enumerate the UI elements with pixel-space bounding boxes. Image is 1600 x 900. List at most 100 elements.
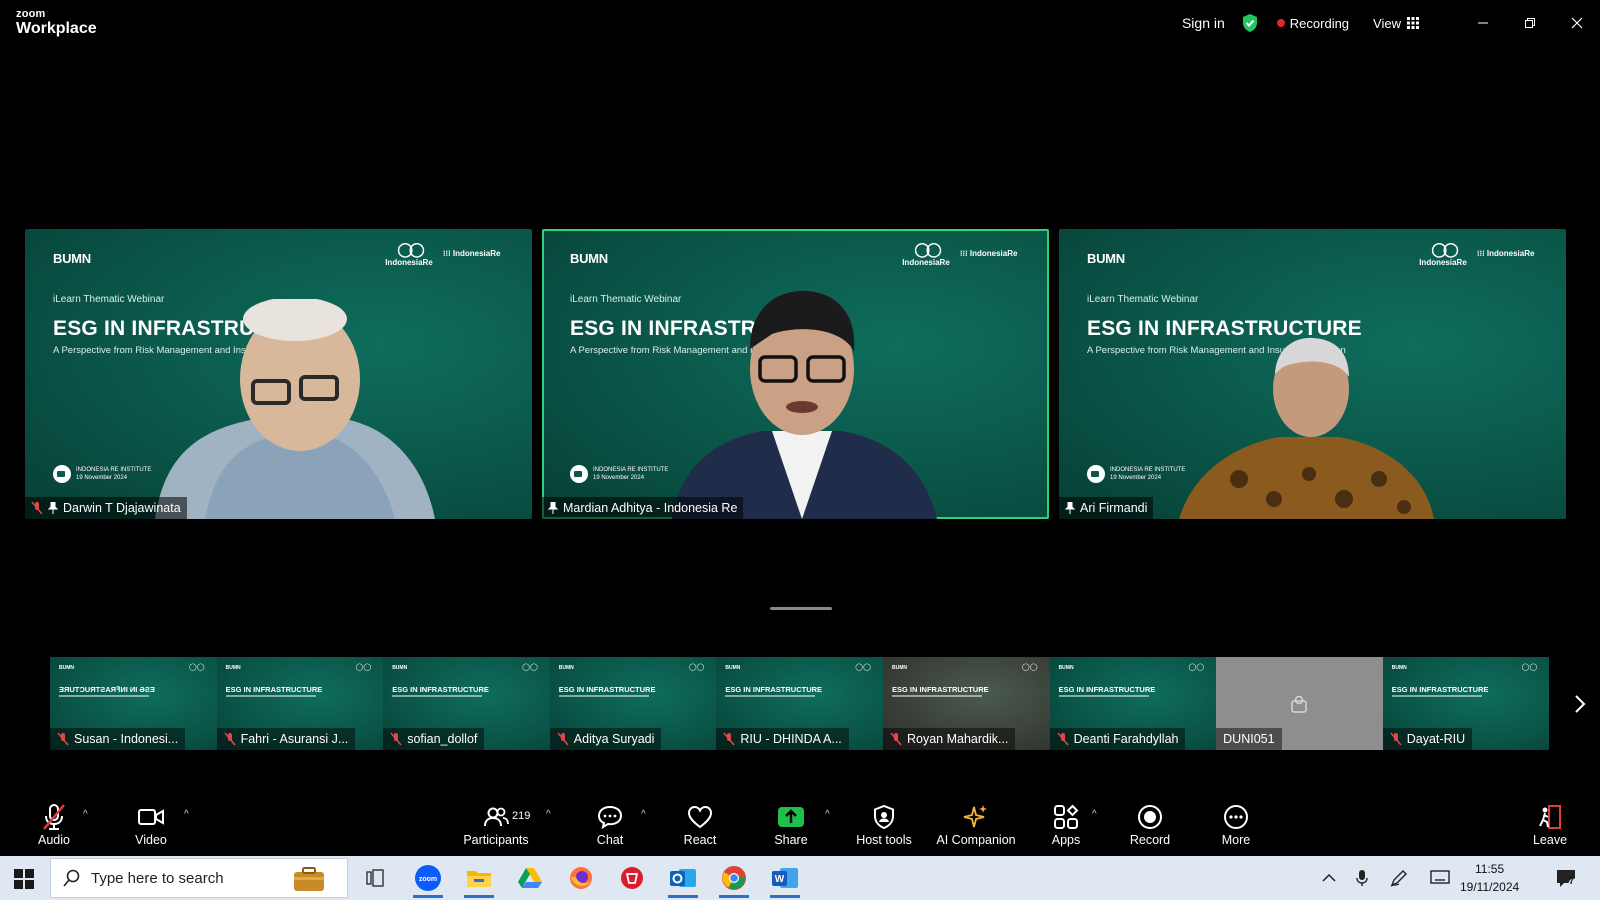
thumbnail-tile[interactable]: BUMN ◯◯ ESG IN INFRASTRUCTURE Aditya Sur…	[549, 657, 717, 750]
video-tile-mardian[interactable]: BUMN ◯◯ IndonesiaRe ⁝⁝⁝ IndonesiaRe iLear…	[542, 229, 1049, 519]
participant-name: Deanti Farahdyllah	[1073, 732, 1179, 746]
apps-options-caret[interactable]: ^	[1092, 809, 1097, 820]
thumbnail-tile[interactable]: BUMN ◯◯ ESG IN INFRASTRUCTURE Fahri - As…	[216, 657, 384, 750]
minimize-button[interactable]	[1459, 0, 1506, 46]
chat-options-caret[interactable]: ^	[641, 809, 646, 820]
windows-start-icon[interactable]	[14, 869, 34, 889]
thumb-brand: BUMN	[558, 665, 574, 671]
resize-drag-handle[interactable]	[770, 607, 832, 610]
taskbar-zoom-app[interactable]: zoom	[405, 858, 451, 898]
taskbar-outlook[interactable]	[660, 858, 706, 898]
notification-center-button[interactable]: 7	[1555, 868, 1580, 895]
taskbar-security-app[interactable]	[609, 858, 655, 898]
task-view-icon	[366, 869, 384, 887]
encryption-shield-icon[interactable]	[1241, 13, 1259, 33]
clock-time: 11:55	[1475, 862, 1505, 876]
thumbnail-tile[interactable]: BUMN ◯◯ ESG IN INFRASTRUCTURE Royan Maha…	[882, 657, 1050, 750]
share-button[interactable]: Share	[770, 801, 812, 853]
recording-indicator[interactable]: Recording	[1276, 15, 1350, 31]
restore-button[interactable]	[1506, 0, 1553, 46]
taskbar-search-box[interactable]: Type here to search	[50, 858, 348, 898]
thumb-brand: BUMN	[725, 665, 741, 671]
apps-button[interactable]: Apps	[1046, 801, 1086, 853]
slide-footer: INDONESIA RE INSTITUTE 19 November 2024	[1087, 465, 1185, 483]
more-button[interactable]: More	[1216, 801, 1256, 853]
share-options-caret[interactable]: ^	[825, 809, 830, 820]
thumb-name-bar: Royan Mahardik...	[882, 728, 1016, 750]
record-button[interactable]: Record	[1126, 801, 1174, 853]
task-view-button[interactable]	[352, 858, 398, 898]
audio-options-caret[interactable]: ^	[83, 809, 88, 820]
recording-label: Recording	[1289, 15, 1350, 31]
file-explorer-icon	[467, 871, 491, 887]
more-label: More	[1221, 833, 1251, 847]
thumb-brand: BUMN	[225, 665, 241, 671]
grid-view-icon	[1407, 17, 1419, 29]
record-icon	[1138, 805, 1162, 829]
apps-icon	[1054, 804, 1079, 829]
leave-label: Leave	[1532, 833, 1568, 847]
thumbnail-tile[interactable]: BUMN ◯◯ ESG IN INFRASTRUCTURE Dayat-RIU	[1382, 657, 1550, 750]
muted-mic-icon	[890, 732, 902, 746]
share-screen-icon	[778, 807, 804, 827]
record-label: Record	[1129, 833, 1171, 847]
slide-ire-text: IndonesiaRe	[1419, 258, 1467, 267]
thumbnail-tile[interactable]: DUNI051	[1216, 657, 1383, 750]
thumb-slide-subtitle	[392, 695, 483, 697]
ai-companion-label: AI Companion	[936, 833, 1016, 847]
thumbnail-tile[interactable]: BUMN ◯◯ ESG IN INFRASTRUCTURE sofian_dol…	[383, 657, 550, 750]
touch-keyboard-icon[interactable]	[1430, 870, 1450, 886]
heart-icon	[687, 805, 713, 829]
chat-button[interactable]: Chat	[590, 801, 630, 853]
taskbar-chrome[interactable]	[711, 858, 757, 898]
video-button[interactable]: Video	[126, 801, 176, 853]
taskbar-google-drive[interactable]	[507, 858, 553, 898]
pen-tray-icon[interactable]	[1390, 869, 1408, 887]
svg-text:zoom: zoom	[419, 876, 437, 883]
participants-label: Participants	[463, 833, 529, 847]
thumbnail-tile[interactable]: BUMN ◯◯ ESG IN INFRASTRUCTURE Deanti Far…	[1049, 657, 1217, 750]
slide-iri-logo: ⁝⁝⁝ IndonesiaRe	[443, 249, 501, 258]
slide-footer-date: 19 November 2024	[76, 475, 128, 481]
thumb-slide-title: ESG IN INFRASTRUCTURE	[392, 685, 489, 694]
thumb-name-bar: sofian_dollof	[383, 728, 485, 750]
outlook-icon	[670, 869, 696, 887]
slide-iri-text: IndonesiaRe	[452, 249, 501, 258]
host-tools-button[interactable]: Host tools	[852, 801, 916, 853]
slide-footer: INDONESIA RE INSTITUTE 19 November 2024	[53, 465, 151, 483]
meeting-stage: BUMN ◯◯ IndonesiaRe ⁝⁝⁝ IndonesiaRe iLear…	[0, 46, 1600, 797]
slide-iri-text: IndonesiaRe	[1486, 249, 1535, 258]
speaker-name: Ari Firmandi	[1080, 501, 1148, 515]
leave-button[interactable]: Leave	[1530, 801, 1570, 853]
participants-icon	[484, 807, 509, 827]
participants-button[interactable]: Participants	[460, 801, 532, 853]
taskbar-file-explorer[interactable]	[456, 858, 502, 898]
next-page-button[interactable]	[1570, 689, 1590, 719]
video-tile-darwin[interactable]: BUMN ◯◯ IndonesiaRe ⁝⁝⁝ IndonesiaRe iLear…	[25, 229, 532, 519]
react-button[interactable]: React	[679, 801, 721, 853]
show-hidden-icons-chevron-icon[interactable]	[1322, 873, 1336, 883]
thumb-name-bar: Susan - Indonesi...	[50, 728, 186, 750]
microphone-tray-icon[interactable]	[1356, 869, 1368, 887]
close-window-button[interactable]	[1553, 0, 1600, 46]
taskbar-firefox[interactable]	[558, 858, 604, 898]
participants-options-caret[interactable]: ^	[546, 809, 551, 820]
thumbnail-tile[interactable]: BUMN ◯◯ ESG IN INFRASTRUCTURE RIU - DHIN…	[716, 657, 883, 750]
video-options-caret[interactable]: ^	[184, 809, 189, 820]
view-button[interactable]: View	[1373, 16, 1419, 31]
thumb-slide-title: ESG IN INFRASTRUCTURE	[225, 685, 323, 694]
slide-footer-date: 19 November 2024	[593, 475, 645, 481]
notification-icon	[1557, 870, 1580, 890]
view-label: View	[1373, 15, 1401, 31]
audio-button[interactable]: Audio	[30, 801, 78, 853]
taskbar-clock[interactable]: 11:55 19/11/2024	[1460, 860, 1519, 896]
taskbar-word[interactable]: W	[762, 858, 808, 898]
thumb-slide-subtitle	[59, 695, 149, 697]
thumb-name-bar: Aditya Suryadi	[549, 728, 662, 750]
video-tile-ari[interactable]: BUMN ◯◯ IndonesiaRe ⁝⁝⁝ IndonesiaRe iLear…	[1059, 229, 1566, 519]
ai-companion-button[interactable]: AI Companion	[934, 801, 1018, 853]
thumbnail-tile[interactable]: BUMN ◯◯ ƎЯUTƆUЯTƧAЯꟻИI ИI ӘƧƎ Susan - In…	[50, 657, 217, 750]
search-icon	[63, 869, 80, 887]
windows-taskbar: Type here to search zoom W 11:55 19/11/2…	[0, 856, 1600, 900]
sign-in-link[interactable]: Sign in	[1182, 15, 1225, 31]
